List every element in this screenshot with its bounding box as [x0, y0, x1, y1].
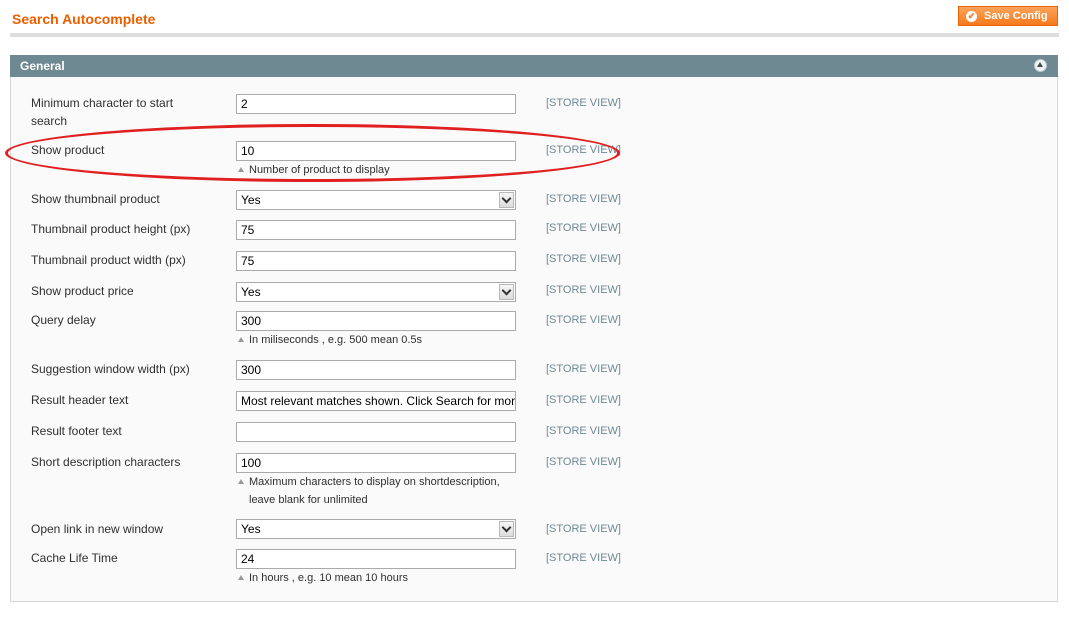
chevron-down-icon [499, 521, 514, 537]
show-product-input[interactable]: 10 [236, 141, 516, 161]
new-window-select[interactable]: Yes [236, 519, 516, 539]
label-show-product: Show product [31, 143, 105, 157]
chevron-down-icon [499, 192, 514, 208]
cache-life-input[interactable]: 24 [236, 549, 516, 569]
show-thumbnail-select[interactable]: Yes [236, 190, 516, 210]
scope-short-desc: [STORE VIEW] [546, 456, 621, 468]
label-window-width: Suggestion window width (px) [31, 362, 190, 376]
scope-query-delay: [STORE VIEW] [546, 314, 621, 326]
triangle-up-icon [238, 167, 244, 172]
save-config-label: Save Config [984, 10, 1048, 22]
label-header-text: Result header text [31, 393, 129, 407]
label-query-delay: Query delay [31, 313, 96, 327]
scope-show-thumbnail: [STORE VIEW] [546, 193, 621, 205]
triangle-up-icon [238, 575, 244, 580]
label-show-price: Show product price [31, 284, 134, 298]
scope-thumb-width: [STORE VIEW] [546, 253, 621, 265]
label-thumb-height: Thumbnail product height (px) [31, 222, 191, 236]
short-desc-input[interactable]: 100 [236, 453, 516, 473]
section-header-general[interactable]: General [10, 55, 1058, 77]
checkmark-icon: ✔ [966, 10, 977, 22]
chevron-down-icon [499, 284, 514, 300]
page-title: Search Autocomplete [12, 11, 156, 27]
label-show-thumbnail: Show thumbnail product [31, 192, 160, 206]
scope-cache-life: [STORE VIEW] [546, 552, 621, 564]
footer-text-input[interactable] [236, 422, 516, 442]
min-chars-input[interactable]: 2 [236, 94, 516, 114]
scope-show-price: [STORE VIEW] [546, 284, 621, 296]
triangle-up-icon [238, 479, 244, 484]
scope-thumb-height: [STORE VIEW] [546, 222, 621, 234]
scope-show-product: [STORE VIEW] [546, 144, 621, 156]
note-show-product: Number of product to display [238, 161, 390, 179]
query-delay-input[interactable]: 300 [236, 311, 516, 331]
label-min-chars: Minimum character to start search [31, 96, 174, 128]
scope-min-chars: [STORE VIEW] [546, 97, 621, 109]
label-footer-text: Result footer text [31, 424, 122, 438]
collapse-up-icon[interactable] [1034, 59, 1047, 72]
scope-new-window: [STORE VIEW] [546, 523, 621, 535]
section-title: General [20, 59, 65, 73]
window-width-input[interactable]: 300 [236, 360, 516, 380]
label-new-window: Open link in new window [31, 522, 164, 536]
label-short-desc: Short description characters [31, 455, 181, 469]
title-divider [10, 33, 1059, 37]
thumb-width-input[interactable]: 75 [236, 251, 516, 271]
note-cache-life: In hours , e.g. 10 mean 10 hours [238, 569, 408, 587]
scope-footer-text: [STORE VIEW] [546, 425, 621, 437]
show-price-select[interactable]: Yes [236, 282, 516, 302]
label-cache-life: Cache Life Time [31, 551, 118, 565]
note-short-desc: Maximum characters to display on shortde… [238, 473, 500, 509]
scope-window-width: [STORE VIEW] [546, 363, 621, 375]
note-query-delay: In miliseconds , e.g. 500 mean 0.5s [238, 331, 422, 349]
scope-header-text: [STORE VIEW] [546, 394, 621, 406]
thumb-height-input[interactable]: 75 [236, 220, 516, 240]
label-thumb-width: Thumbnail product width (px) [31, 253, 186, 267]
header-text-input[interactable]: Most relevant matches shown. Click Searc… [236, 391, 516, 411]
save-config-button[interactable]: ✔ Save Config [958, 6, 1058, 26]
triangle-up-icon [238, 337, 244, 342]
